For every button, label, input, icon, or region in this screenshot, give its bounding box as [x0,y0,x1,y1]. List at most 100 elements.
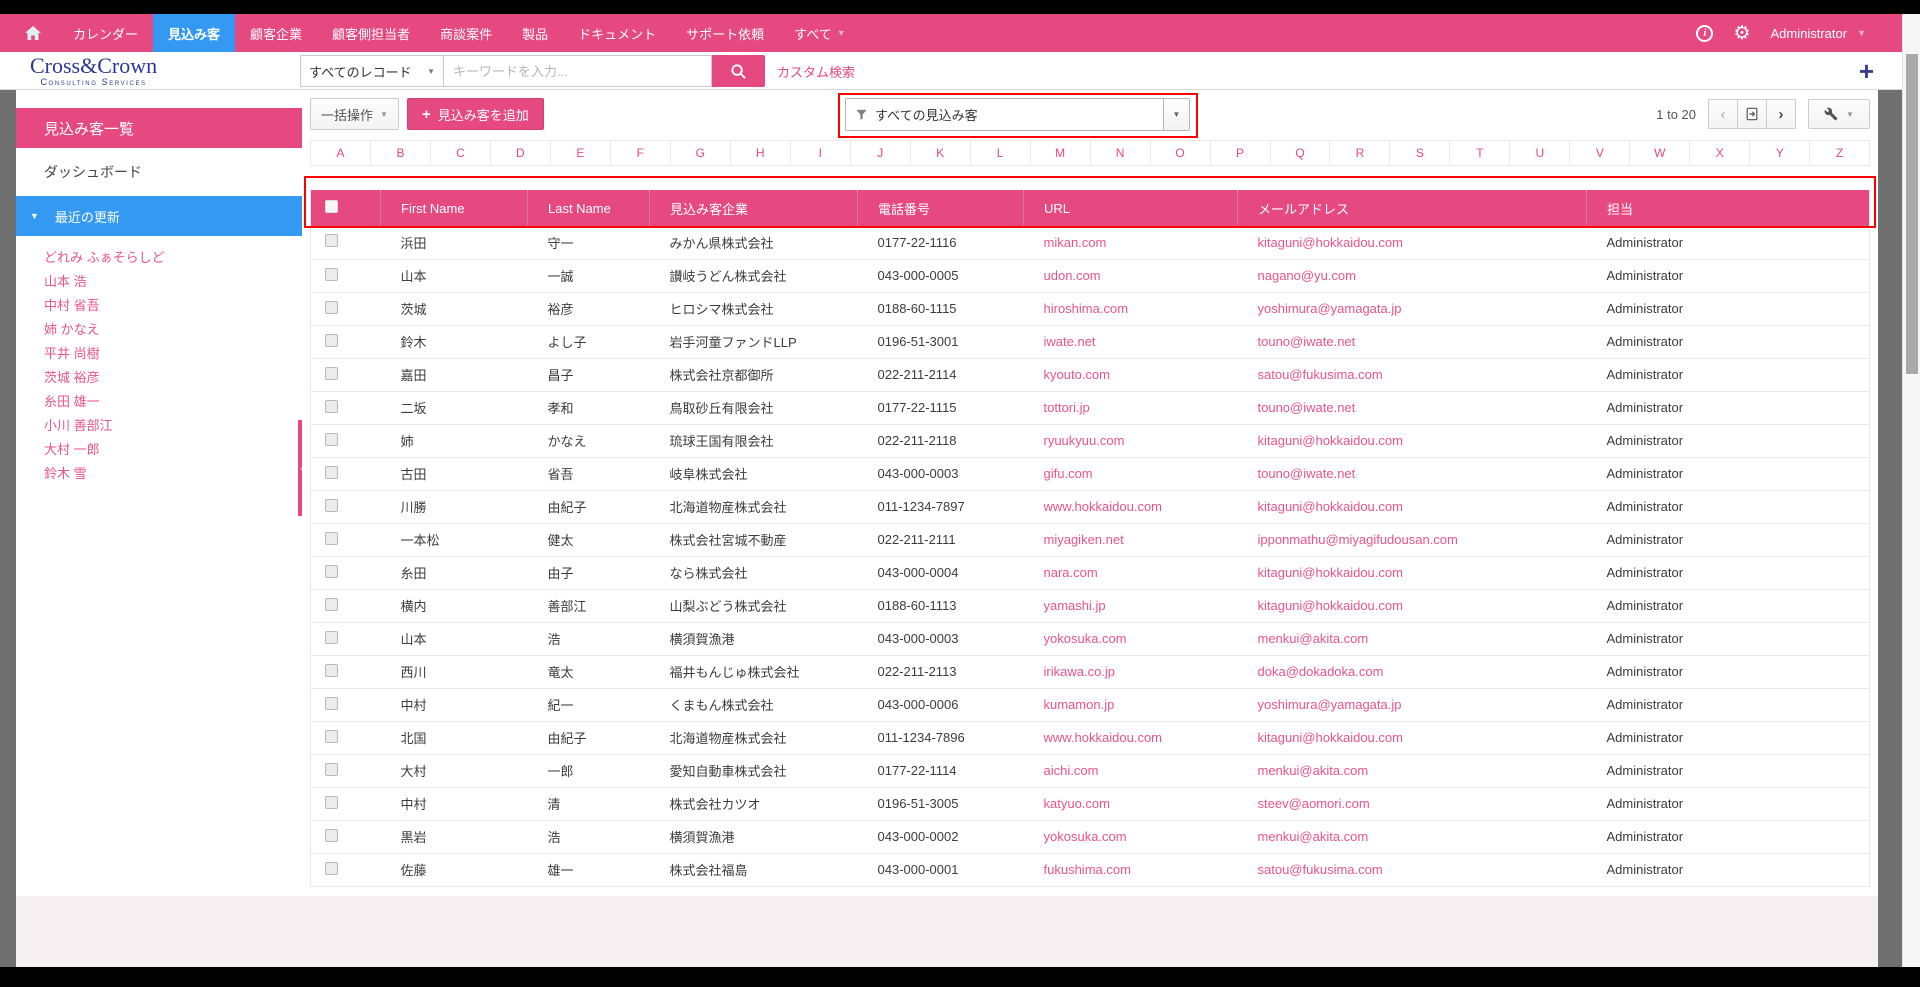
cell-email-link[interactable]: menkui@akita.com [1258,631,1369,646]
recent-record-link[interactable]: どれみ ふぁそらしど [16,246,302,270]
nav-item[interactable]: 商談案件 ▼ [425,14,507,52]
row-checkbox[interactable] [325,664,338,677]
cell-email-link[interactable]: kitaguni@hokkaidou.com [1258,235,1403,250]
table-row[interactable]: 二坂 孝和 鳥取砂丘有限会社 0177-22-1115 tottori.jp t… [311,391,1870,424]
column-header-last-name[interactable]: Last Name [528,190,650,226]
page-scrollbar[interactable] [1902,14,1920,967]
search-button[interactable] [712,55,765,87]
alphabet-letter[interactable]: T [1449,140,1510,166]
nav-item[interactable]: 顧客側担当者 ▼ [317,14,425,52]
sidebar-item-leads-list[interactable]: 見込み客一覧 [16,108,302,148]
cell-url-link[interactable]: iwate.net [1044,334,1096,349]
alphabet-letter[interactable]: A [310,140,371,166]
alphabet-letter[interactable]: S [1389,140,1450,166]
cell-email-link[interactable]: ipponmathu@miyagifudousan.com [1258,532,1458,547]
cell-email-link[interactable]: menkui@akita.com [1258,763,1369,778]
cell-url-link[interactable]: aichi.com [1044,763,1099,778]
table-row[interactable]: 古田 省吾 岐阜株式会社 043-000-0003 gifu.com touno… [311,457,1870,490]
table-row[interactable]: 川勝 由紀子 北海道物産株式会社 011-1234-7897 www.hokka… [311,490,1870,523]
table-row[interactable]: 一本松 健太 株式会社宮城不動産 022-211-2111 miyagiken.… [311,523,1870,556]
cell-url-link[interactable]: irikawa.co.jp [1044,664,1116,679]
row-checkbox[interactable] [325,301,338,314]
nav-item[interactable]: すべて ▼ [779,14,861,52]
cell-url-link[interactable]: nara.com [1044,565,1098,580]
recent-record-link[interactable]: 姉 かなえ [16,318,302,342]
row-checkbox[interactable] [325,334,338,347]
sidebar-item-dashboard[interactable]: ダッシュボード [16,148,302,196]
row-checkbox[interactable] [325,532,338,545]
cell-url-link[interactable]: yokosuka.com [1044,631,1127,646]
table-row[interactable]: 姉 かなえ 琉球王国有限会社 022-211-2118 ryuukyuu.com… [311,424,1870,457]
cell-email-link[interactable]: touno@iwate.net [1258,466,1356,481]
nav-item[interactable]: サポート依頼 ▼ [671,14,779,52]
row-checkbox[interactable] [325,433,338,446]
recent-record-link[interactable]: 糸田 雄一 [16,390,302,414]
cell-url-link[interactable]: katyuo.com [1044,796,1110,811]
recent-record-link[interactable]: 大村 一郎 [16,438,302,462]
alphabet-letter[interactable]: C [430,140,491,166]
alphabet-letter[interactable]: Q [1270,140,1331,166]
cell-email-link[interactable]: kitaguni@hokkaidou.com [1258,598,1403,613]
alphabet-letter[interactable]: I [790,140,851,166]
search-input[interactable] [444,55,712,87]
alphabet-letter[interactable]: Y [1749,140,1810,166]
alphabet-letter[interactable]: N [1090,140,1151,166]
alphabet-letter[interactable]: G [670,140,731,166]
table-row[interactable]: 横内 善部江 山梨ぶどう株式会社 0188-60-1113 yamashi.jp… [311,589,1870,622]
row-checkbox[interactable] [325,367,338,380]
row-checkbox[interactable] [325,466,338,479]
cell-url-link[interactable]: www.hokkaidou.com [1044,730,1163,745]
column-header-url[interactable]: URL [1024,190,1238,226]
row-checkbox[interactable] [325,598,338,611]
next-page-button[interactable]: › [1766,99,1796,129]
table-row[interactable]: 西川 竜太 福井もんじゅ株式会社 022-211-2113 irikawa.co… [311,655,1870,688]
nav-item[interactable]: 見込み客 ▼ [153,14,235,52]
cell-email-link[interactable]: yoshimura@yamagata.jp [1258,301,1402,316]
table-row[interactable]: 浜田 守一 みかん県株式会社 0177-22-1116 mikan.com ki… [311,226,1870,259]
alphabet-letter[interactable]: L [970,140,1031,166]
column-header-phone[interactable]: 電話番号 [858,190,1024,226]
nav-item[interactable]: 顧客企業 ▼ [235,14,317,52]
alphabet-letter[interactable]: J [850,140,911,166]
row-checkbox[interactable] [325,565,338,578]
sidebar-item-recent-updates[interactable]: ▼ 最近の更新 [16,196,302,236]
cell-url-link[interactable]: kyouto.com [1044,367,1110,382]
row-checkbox[interactable] [325,730,338,743]
recent-record-link[interactable]: 茨城 裕彦 [16,366,302,390]
bulk-actions-button[interactable]: 一括操作 ▼ [310,98,399,130]
cell-url-link[interactable]: www.hokkaidou.com [1044,499,1163,514]
cell-url-link[interactable]: miyagiken.net [1044,532,1124,547]
cell-email-link[interactable]: kitaguni@hokkaidou.com [1258,730,1403,745]
table-row[interactable]: 中村 清 株式会社カツオ 0196-51-3005 katyuo.com ste… [311,787,1870,820]
list-filter-select[interactable]: すべての見込み客 ▼ [845,98,1190,131]
nav-item[interactable]: 製品 ▼ [507,14,563,52]
alphabet-letter[interactable]: M [1030,140,1091,166]
row-checkbox[interactable] [325,796,338,809]
row-checkbox[interactable] [325,763,338,776]
cell-url-link[interactable]: tottori.jp [1044,400,1090,415]
cell-url-link[interactable]: udon.com [1044,268,1101,283]
cell-url-link[interactable]: hiroshima.com [1044,301,1129,316]
alphabet-letter[interactable]: H [730,140,791,166]
gear-icon[interactable]: ⚙ [1733,24,1750,43]
row-checkbox[interactable] [325,862,338,875]
alphabet-letter[interactable]: U [1509,140,1570,166]
list-settings-button[interactable]: ▼ [1808,99,1870,129]
cell-url-link[interactable]: yamashi.jp [1044,598,1106,613]
cell-email-link[interactable]: nagano@yu.com [1258,268,1356,283]
cell-url-link[interactable]: ryuukyuu.com [1044,433,1125,448]
info-icon[interactable]: i [1696,25,1713,42]
jump-to-page-button[interactable] [1737,99,1767,129]
cell-url-link[interactable]: gifu.com [1044,466,1093,481]
alphabet-letter[interactable]: R [1329,140,1390,166]
nav-item[interactable]: カレンダー ▼ [58,14,153,52]
table-row[interactable]: 北国 由紀子 北海道物産株式会社 011-1234-7896 www.hokka… [311,721,1870,754]
cell-email-link[interactable]: yoshimura@yamagata.jp [1258,697,1402,712]
recent-record-link[interactable]: 鈴木 雪 [16,462,302,486]
recent-record-link[interactable]: 中村 省吾 [16,294,302,318]
column-header-email[interactable]: メールアドレス [1238,190,1587,226]
cell-email-link[interactable]: kitaguni@hokkaidou.com [1258,565,1403,580]
cell-url-link[interactable]: fukushima.com [1044,862,1131,877]
cell-email-link[interactable]: kitaguni@hokkaidou.com [1258,433,1403,448]
row-checkbox[interactable] [325,697,338,710]
